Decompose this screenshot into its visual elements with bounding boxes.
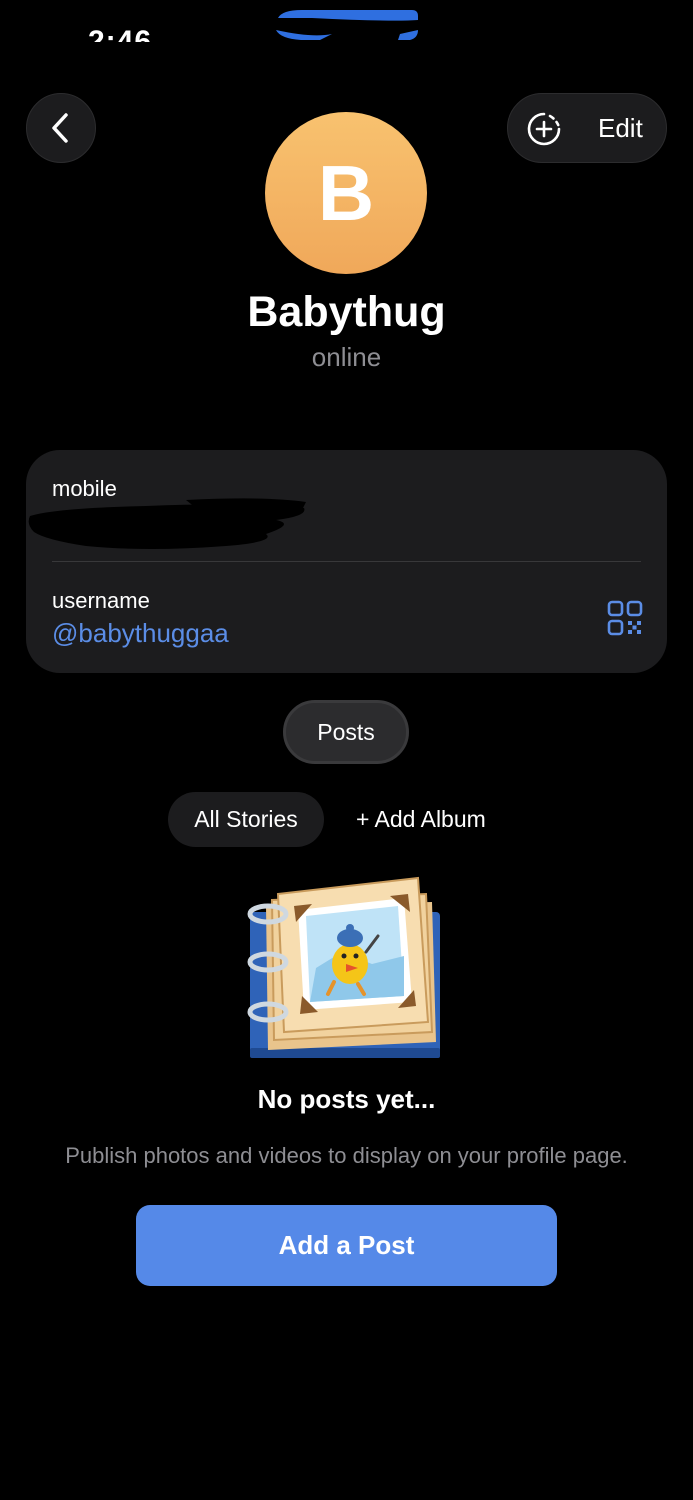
edit-button[interactable]: Edit — [598, 94, 643, 162]
all-stories-chip[interactable]: All Stories — [168, 792, 324, 847]
empty-state-title: No posts yet... — [257, 1084, 436, 1114]
add-story-icon[interactable] — [526, 111, 562, 147]
redacted-phone-number[interactable] — [26, 486, 326, 566]
username-link[interactable]: @babythuggaa — [52, 618, 229, 649]
tab-posts[interactable]: Posts — [283, 700, 409, 764]
avatar[interactable]: B — [265, 112, 427, 274]
presence-status: online — [311, 342, 382, 372]
empty-state-subtitle: Publish photos and videos to display on … — [65, 1143, 628, 1168]
photo-album-illustration — [247, 876, 440, 1058]
back-button[interactable] — [26, 93, 96, 163]
qr-code-icon[interactable] — [607, 600, 643, 636]
add-post-button[interactable]: Add a Post — [136, 1205, 557, 1286]
status-bar-time: 2:46 — [88, 25, 153, 42]
add-album-button[interactable]: + Add Album — [356, 792, 486, 847]
profile-name: Babythug — [247, 288, 446, 336]
profile-screen: 2:46 Edit B Babythug online mobile usern… — [0, 0, 693, 1500]
info-card: mobile username @babythuggaa — [26, 450, 667, 673]
edit-pill: Edit — [507, 93, 667, 163]
divider — [52, 561, 641, 562]
redacted-status-pill — [276, 10, 418, 40]
username-label: username — [52, 588, 150, 613]
chevron-left-icon — [52, 113, 68, 143]
